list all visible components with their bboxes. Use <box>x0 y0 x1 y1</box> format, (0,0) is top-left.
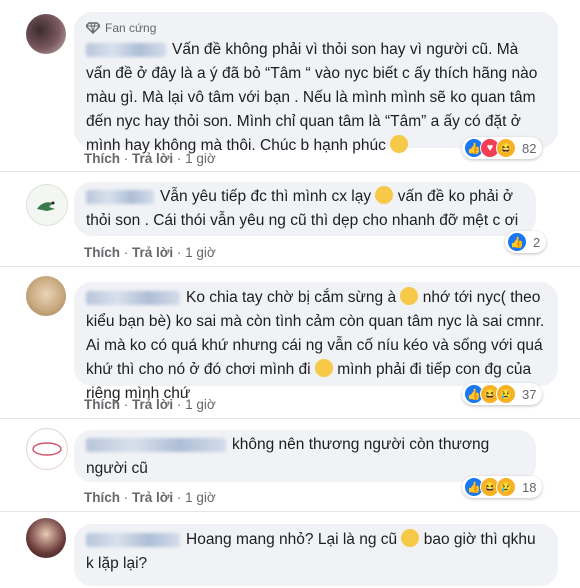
avatar[interactable] <box>26 428 68 470</box>
avatar[interactable] <box>26 518 66 558</box>
comment-time[interactable]: 1 giờ <box>185 397 216 412</box>
author-name-redacted[interactable] <box>86 532 180 547</box>
divider <box>0 266 580 267</box>
avatar[interactable] <box>26 276 66 316</box>
rofl-emoji <box>375 186 394 204</box>
brand-logo-icon <box>32 442 62 456</box>
comment-bubble: không nên thương người còn thương người … <box>74 430 536 482</box>
like-link[interactable]: Thích <box>84 490 120 505</box>
reply-link[interactable]: Trả lời <box>132 151 173 166</box>
comment-bubble: Ko chia tay chờ bị cắm sừng à nhớ tới ny… <box>74 282 558 402</box>
comment-text: Vẫn yêu tiếp đc thì mình cx lạy <box>160 188 372 205</box>
smile-emoji <box>390 135 409 153</box>
divider <box>0 511 580 512</box>
comment-actions: Thích · Trả lời · 1 giờ <box>84 397 216 412</box>
comment-time[interactable]: 1 giờ <box>185 245 216 260</box>
avatar[interactable] <box>26 14 66 54</box>
like-reaction-icon: 👍 <box>507 232 527 252</box>
comment-bubble: Fan cứng Vấn đề không phải vì thỏi son h… <box>74 12 558 154</box>
reaction-summary[interactable]: 👍 😆 😢 37 <box>462 383 543 405</box>
divider <box>0 418 580 419</box>
like-link[interactable]: Thích <box>84 397 120 412</box>
like-link[interactable]: Thích <box>84 245 120 260</box>
comment-text: Hoang mang nhỏ? Lại là ng cũ <box>186 531 398 548</box>
laugh-emoji <box>401 529 420 547</box>
comment-bubble: Hoang mang nhỏ? Lại là ng cũ bao giờ thì… <box>74 524 558 586</box>
divider <box>0 171 580 172</box>
reaction-summary[interactable]: 👍 ♥ 😆 82 <box>462 137 543 159</box>
laugh-emoji <box>400 287 419 305</box>
author-name-redacted[interactable] <box>86 290 180 305</box>
comment-actions: Thích · Trả lời · 1 giờ <box>84 151 216 166</box>
reply-link[interactable]: Trả lời <box>132 490 173 505</box>
comment-bubble: Vẫn yêu tiếp đc thì mình cx lạy vấn đề k… <box>74 182 536 236</box>
comment-text: Ko chia tay chờ bị cắm sừng à <box>186 289 397 306</box>
reaction-count: 2 <box>533 234 541 250</box>
bird-logo-icon <box>37 201 55 211</box>
comment-time[interactable]: 1 giờ <box>185 151 216 166</box>
badge-label: Fan cứng <box>105 21 157 35</box>
sad-reaction-icon: 😢 <box>496 384 516 404</box>
like-link[interactable]: Thích <box>84 151 120 166</box>
laugh-emoji <box>314 359 333 377</box>
reaction-summary[interactable]: 👍 2 <box>505 231 547 253</box>
sad-reaction-icon: 😢 <box>496 477 516 497</box>
fan-badge: Fan cứng <box>86 20 546 36</box>
comment-actions: Thích · Trả lời · 1 giờ <box>84 490 216 505</box>
avatar[interactable] <box>26 184 68 226</box>
author-name-redacted[interactable] <box>86 437 226 452</box>
reaction-count: 18 <box>522 479 537 495</box>
reaction-count: 82 <box>522 140 537 156</box>
author-name-redacted[interactable] <box>86 42 166 57</box>
reaction-summary[interactable]: 👍 😆 😢 18 <box>462 476 543 498</box>
comment-time[interactable]: 1 giờ <box>185 490 216 505</box>
reaction-count: 37 <box>522 386 537 402</box>
comment-actions: Thích · Trả lời · 1 giờ <box>84 245 216 260</box>
author-name-redacted[interactable] <box>86 189 154 204</box>
reply-link[interactable]: Trả lời <box>132 245 173 260</box>
diamond-icon <box>86 22 100 34</box>
haha-reaction-icon: 😆 <box>496 138 516 158</box>
reply-link[interactable]: Trả lời <box>132 397 173 412</box>
